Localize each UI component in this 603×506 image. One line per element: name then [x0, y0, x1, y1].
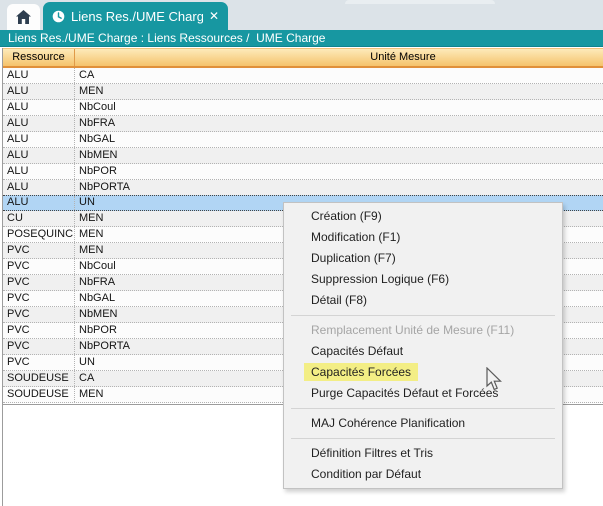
menu-item-capacites-defaut[interactable]: Capacités Défaut [284, 341, 562, 362]
cell-ressource: PVC [3, 243, 75, 258]
cell-unite-mesure: NbMEN [75, 148, 603, 163]
menu-item-creation-f9[interactable]: Création (F9) [284, 206, 562, 227]
cell-unite-mesure: NbFRA [75, 116, 603, 131]
cell-ressource: PVC [3, 275, 75, 290]
tab-bar: Liens Res./UME Charge :... ✕ [0, 0, 603, 30]
cursor-icon [486, 367, 504, 393]
cell-ressource: ALU [3, 68, 75, 83]
tab-label: Liens Res./UME Charge :... [71, 9, 203, 24]
table-row[interactable]: ALUNbPOR [3, 164, 603, 180]
menu-item-purge-capacites-defaut-et-forcees[interactable]: Purge Capacités Défaut et Forcées [284, 383, 562, 404]
cell-ressource: ALU [3, 84, 75, 99]
cell-ressource: ALU [3, 100, 75, 115]
tab-home[interactable] [7, 4, 40, 30]
cell-ressource: PVC [3, 355, 75, 370]
menu-item-detail-f8[interactable]: Détail (F8) [284, 290, 562, 311]
tab-liens-res-ume-charge[interactable]: Liens Res./UME Charge :... ✕ [43, 2, 228, 30]
breadcrumb: Liens Res./UME Charge : Liens Ressources… [0, 30, 603, 47]
table-row[interactable]: ALUNbCoul [3, 100, 603, 116]
close-icon[interactable]: ✕ [209, 10, 219, 22]
table-row[interactable]: ALUNbMEN [3, 148, 603, 164]
highlighted-menu-label: Capacités Forcées [304, 363, 418, 381]
column-header-unite-mesure[interactable]: Unité Mesure [75, 49, 603, 66]
cell-unite-mesure: CA [75, 68, 603, 83]
app-window: Liens Res./UME Charge :... ✕ Liens Res./… [0, 0, 603, 506]
cell-ressource: ALU [3, 196, 75, 210]
menu-item-duplication-f7[interactable]: Duplication (F7) [284, 248, 562, 269]
table-row[interactable]: ALUNbFRA [3, 116, 603, 132]
menu-item-remplacement-unite-de-mesure-f11: Remplacement Unité de Mesure (F11) [284, 320, 562, 341]
table-row[interactable]: ALUNbGAL [3, 132, 603, 148]
menu-item-capacites-forcees[interactable]: Capacités Forcées [284, 362, 562, 383]
cell-ressource: PVC [3, 339, 75, 354]
context-menu: Création (F9)Modification (F1)Duplicatio… [283, 202, 563, 489]
home-icon [16, 10, 31, 24]
clock-icon [52, 10, 65, 23]
menu-item-maj-coherence-planification[interactable]: MAJ Cohérence Planification [284, 413, 562, 434]
cell-ressource: ALU [3, 164, 75, 179]
menu-item-definition-filtres-et-tris[interactable]: Définition Filtres et Tris [284, 443, 562, 464]
menu-separator [291, 315, 555, 316]
menu-separator [291, 438, 555, 439]
menu-item-suppression-logique-f6[interactable]: Suppression Logique (F6) [284, 269, 562, 290]
cell-ressource: SOUDEUSE [3, 387, 75, 402]
menu-separator [291, 408, 555, 409]
cell-unite-mesure: NbCoul [75, 100, 603, 115]
cell-unite-mesure: MEN [75, 84, 603, 99]
menu-item-condition-par-defaut[interactable]: Condition par Défaut [284, 464, 562, 485]
table-row[interactable]: ALUMEN [3, 84, 603, 100]
cell-ressource: SOUDEUSE [3, 371, 75, 386]
cell-ressource: PVC [3, 259, 75, 274]
menu-item-modification-f1[interactable]: Modification (F1) [284, 227, 562, 248]
cell-ressource: ALU [3, 116, 75, 131]
cell-ressource: ALU [3, 132, 75, 147]
background-window-edge [345, 0, 495, 4]
table-row[interactable]: ALUCA [3, 68, 603, 84]
cell-ressource: PVC [3, 291, 75, 306]
cell-unite-mesure: NbPORTA [75, 180, 603, 195]
table-row[interactable]: ALUNbPORTA [3, 180, 603, 196]
cell-ressource: ALU [3, 180, 75, 195]
cell-unite-mesure: NbPOR [75, 164, 603, 179]
column-header-ressource[interactable]: Ressource [3, 49, 75, 66]
table-header: Ressource Unité Mesure [3, 48, 603, 68]
cell-unite-mesure: NbGAL [75, 132, 603, 147]
cell-ressource: POSEQUINC [3, 227, 75, 242]
cell-ressource: PVC [3, 307, 75, 322]
cell-ressource: PVC [3, 323, 75, 338]
cell-ressource: ALU [3, 148, 75, 163]
cell-ressource: CU [3, 211, 75, 226]
